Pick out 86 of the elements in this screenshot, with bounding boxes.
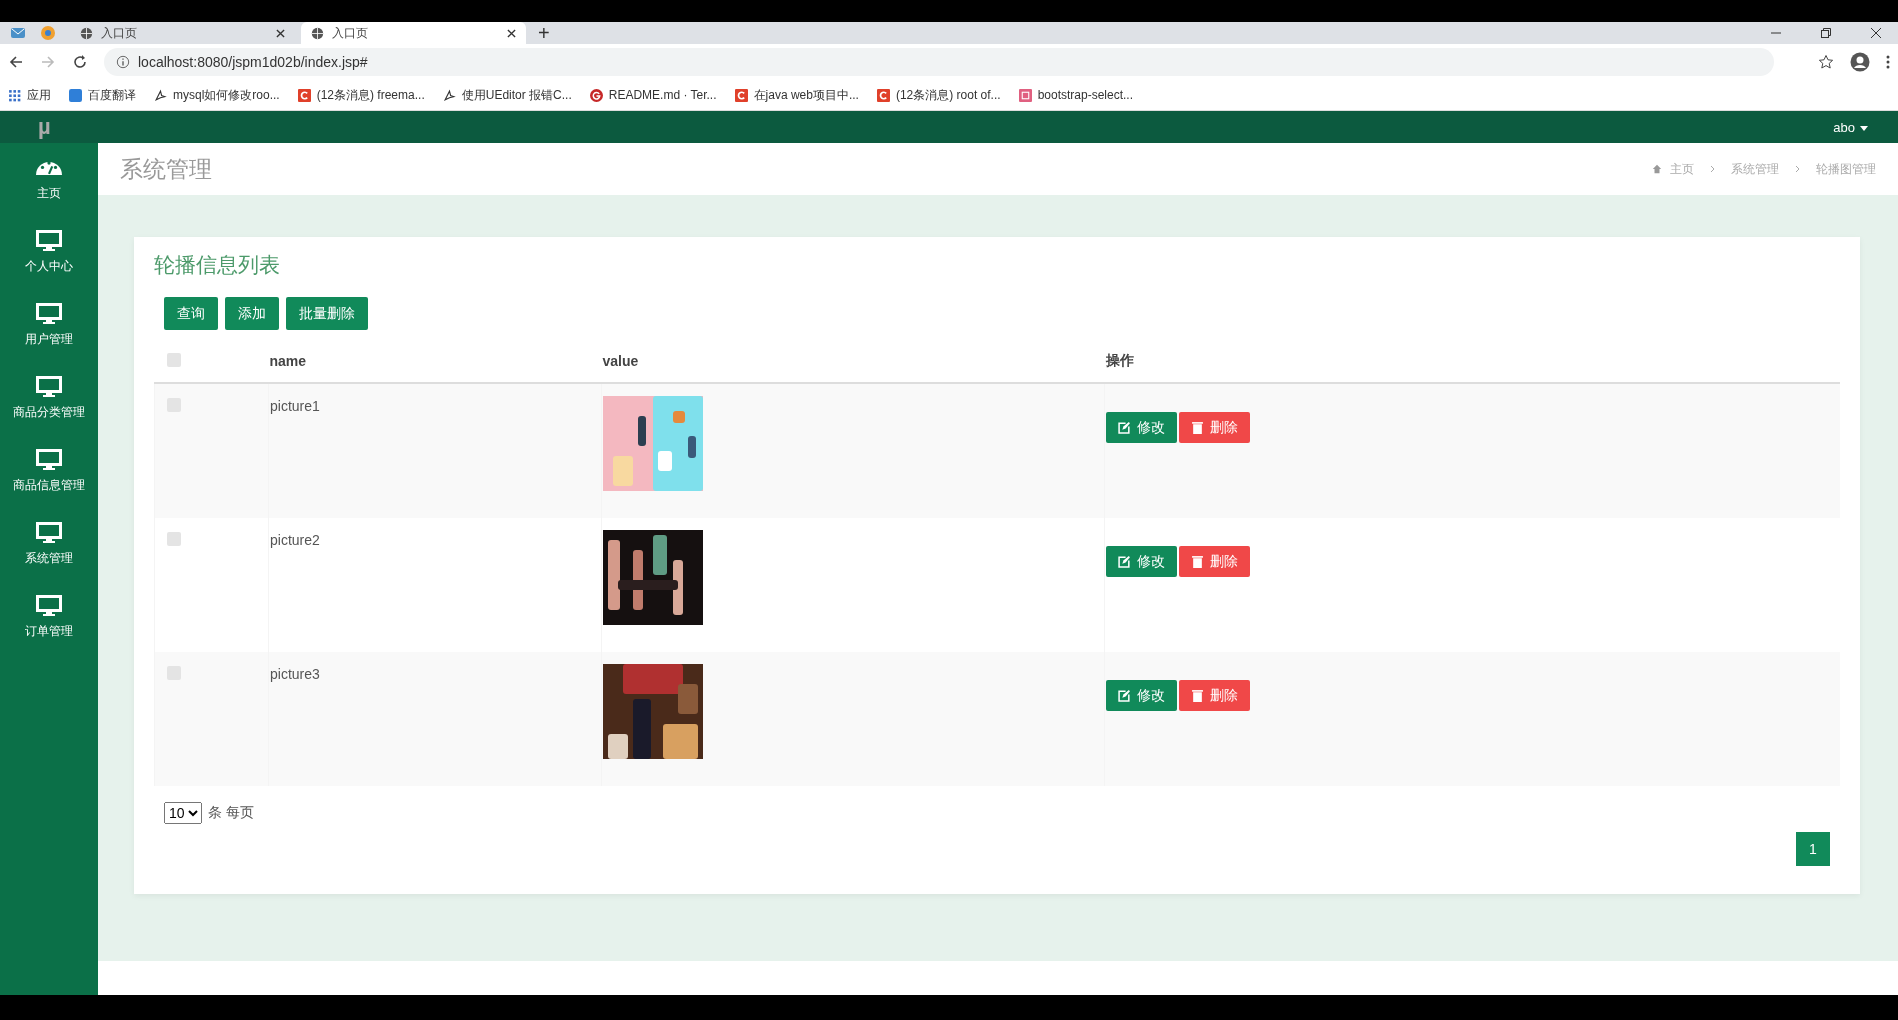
g-logo-icon — [589, 88, 603, 102]
sidebar-item[interactable]: 商品信息管理 — [0, 435, 98, 508]
bookmark-link[interactable]: 在java web项目中... — [734, 86, 859, 104]
sidebar-item[interactable]: 用户管理 — [0, 289, 98, 362]
bookmark-link[interactable]: 应用 — [8, 86, 51, 104]
sidebar-item[interactable]: 个人中心 — [0, 216, 98, 289]
close-icon[interactable] — [507, 28, 516, 38]
monitor-icon — [36, 376, 62, 398]
column-header: value — [602, 353, 639, 369]
chevron-icon — [1795, 165, 1800, 173]
info-icon — [116, 55, 130, 69]
delete-button[interactable]: 删除 — [1179, 680, 1250, 711]
mail-icon[interactable] — [10, 25, 26, 41]
star-icon[interactable] — [1818, 54, 1834, 70]
c-logo-icon — [297, 88, 311, 102]
c-logo-icon — [876, 88, 890, 102]
account-icon[interactable] — [1850, 52, 1870, 72]
column-header: 操作 — [1105, 352, 1134, 368]
tab-title: 入口页 — [101, 24, 138, 42]
bird-icon — [442, 88, 456, 102]
bookmark-icon — [1018, 88, 1032, 102]
address-field[interactable]: localhost:8080/jspm1d02b/index.jsp# — [104, 48, 1774, 76]
monitor-icon — [36, 595, 62, 617]
toolbar-button[interactable]: 批量删除 — [286, 297, 368, 330]
table-cell: picture2 — [270, 532, 320, 548]
page-size-select[interactable]: 10 — [164, 802, 202, 824]
toolbar-button[interactable]: 添加 — [225, 297, 279, 330]
bookmark-link[interactable]: 使用UEditor 报错C... — [442, 86, 572, 104]
tab-title: 入口页 — [332, 24, 369, 42]
page-title: 系统管理 — [120, 154, 212, 184]
reload-icon[interactable] — [72, 54, 88, 70]
column-header: name — [269, 353, 307, 369]
bookmark-link[interactable]: bootstrap-select... — [1018, 88, 1133, 102]
close-icon[interactable] — [1870, 27, 1882, 39]
monitor-icon — [36, 522, 62, 544]
page-button[interactable]: 1 — [1796, 832, 1830, 866]
delete-button[interactable]: 删除 — [1179, 412, 1250, 443]
browser-tab[interactable]: 入口页 — [301, 22, 526, 44]
logo: µ — [38, 114, 51, 140]
chevron-icon — [1710, 165, 1715, 173]
checkbox[interactable] — [166, 352, 181, 367]
bookmark-link[interactable]: README.md · Ter... — [589, 88, 717, 102]
table-cell: picture1 — [270, 398, 320, 414]
bookmark-link[interactable]: 百度翻译 — [69, 86, 136, 104]
bookmark-link[interactable]: mysql如何修改roo... — [154, 86, 280, 104]
edit-button[interactable]: 修改 — [1106, 680, 1177, 711]
restore-icon[interactable] — [1820, 27, 1832, 39]
edit-icon — [1118, 555, 1131, 568]
bird-icon — [154, 88, 167, 102]
sidebar-item[interactable]: 订单管理 — [0, 581, 98, 654]
menu-icon[interactable] — [1886, 54, 1890, 70]
user-menu[interactable]: abo — [1833, 119, 1868, 135]
page-size-label: 条 每页 — [208, 804, 254, 822]
delete-button[interactable]: 删除 — [1179, 546, 1250, 577]
browser-icon[interactable] — [40, 25, 56, 41]
globe-icon — [80, 26, 93, 40]
new-tab-button[interactable]: + — [538, 23, 550, 43]
sidebar-item[interactable]: 主页 — [0, 143, 98, 216]
edit-button[interactable]: 修改 — [1106, 412, 1177, 443]
bookmark-link[interactable]: (12条消息) freema... — [297, 86, 425, 104]
trash-icon — [1191, 555, 1204, 568]
home-icon — [1652, 164, 1662, 174]
checkbox[interactable] — [167, 532, 181, 546]
card-title: 轮播信息列表 — [154, 252, 281, 278]
toolbar-button[interactable]: 查询 — [164, 297, 218, 330]
trash-icon — [1191, 689, 1204, 702]
dashboard-icon — [36, 162, 62, 175]
sidebar-item[interactable]: 系统管理 — [0, 508, 98, 581]
table-cell: picture3 — [270, 666, 320, 682]
trash-icon — [1191, 421, 1204, 434]
monitor-icon — [36, 230, 62, 252]
bookmark-link[interactable]: (12条消息) root of... — [876, 86, 1001, 104]
browser-tab[interactable]: 入口页 — [70, 22, 295, 44]
translate-icon — [69, 88, 82, 102]
close-icon[interactable] — [276, 28, 285, 38]
back-icon[interactable] — [8, 54, 24, 70]
sidebar-item[interactable]: 商品分类管理 — [0, 362, 98, 435]
monitor-icon — [36, 303, 62, 325]
caret-icon — [1860, 125, 1868, 131]
apps-grid-icon — [8, 88, 21, 102]
c-logo-icon — [734, 88, 748, 102]
edit-icon — [1118, 421, 1131, 434]
globe-icon — [311, 26, 324, 40]
monitor-icon — [36, 449, 62, 471]
edit-icon — [1118, 689, 1131, 702]
edit-button[interactable]: 修改 — [1106, 546, 1177, 577]
